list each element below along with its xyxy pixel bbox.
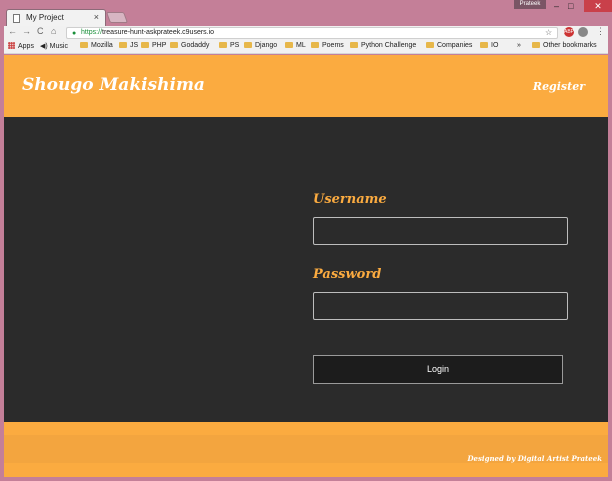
bookmark-star-icon[interactable]: ☆ [545,28,552,37]
folder-icon [141,42,149,48]
bookmark-companies[interactable]: Companies [426,42,472,49]
folder-icon [311,42,319,48]
forward-icon[interactable]: → [22,26,31,36]
login-section: Username Password Login [4,117,608,422]
tab-my-project[interactable]: My Project × [6,9,106,26]
folder-icon [119,42,127,48]
page-icon [13,14,20,23]
password-label: Password [313,267,382,282]
bookmark-io[interactable]: IO [480,42,498,49]
bookmark-python-challenge[interactable]: Python Challenge [350,42,416,49]
bookmark-godaddy[interactable]: Godaddy [170,42,209,49]
bookmark-mozilla[interactable]: Mozilla [80,42,113,49]
folder-icon [170,42,178,48]
apps-icon [8,42,15,49]
site-footer: Designed by Digital Artist Prateek [4,422,608,477]
bookmark-label: PHP [152,42,167,49]
window-close-button[interactable]: ✕ [584,0,612,12]
username-input[interactable] [313,217,568,245]
reload-icon[interactable]: C [37,26,44,36]
address-bar[interactable]: ● https://treasure-hunt-askprateek.c9use… [66,27,558,39]
lock-icon: ● [72,30,77,37]
bookmark-label: Python Challenge [361,42,417,49]
extension-icon[interactable] [578,27,588,37]
new-tab-button[interactable] [105,12,129,23]
login-button[interactable]: Login [313,355,563,384]
profile-badge[interactable]: Prateek [514,0,546,9]
adblock-extension-icon[interactable]: ABP [564,27,574,37]
url-host: treasure-hunt-askprateek.c9users.io [102,29,215,36]
bookmark-label: Godaddy [181,42,210,49]
password-input[interactable] [313,292,568,320]
folder-icon [80,42,88,48]
minimize-icon[interactable]: – [554,1,559,11]
bookmark-ml[interactable]: ML [285,42,306,49]
bookmark-apps[interactable]: Apps [8,42,34,50]
bookmark-label: JS [130,42,139,49]
bookmark-poems[interactable]: Poems [311,42,344,49]
folder-icon [426,42,434,48]
site-header: Shougo Makishima Register [4,55,608,117]
url-scheme: https:// [81,29,103,36]
browser-window: My Project × Prateek – □ ✕ ← → C ⌂ ● htt… [0,0,612,481]
bookmark-label: Companies [437,42,473,49]
address-toolbar: ← → C ⌂ ● https://treasure-hunt-askprate… [4,26,608,40]
bookmark-label: IO [491,42,499,49]
home-icon[interactable]: ⌂ [51,26,56,36]
site-brand[interactable]: Shougo Makishima [22,75,205,95]
bookmark-label: PS [230,42,240,49]
bookmark-label: ML [296,42,306,49]
bookmark-label: Poems [322,42,344,49]
speaker-icon: ◀) [40,43,48,50]
folder-icon [244,42,252,48]
bookmark-js[interactable]: JS [119,42,138,49]
folder-icon [532,42,540,48]
bookmarks-bar: Apps ◀) Music Mozilla JS PHP Godaddy PS … [4,40,608,54]
bookmark-label: Mozilla [91,42,113,49]
web-page: Shougo Makishima Register Username Passw… [4,55,608,477]
menu-icon[interactable]: ⋮ [596,26,605,37]
bookmarks-overflow[interactable]: » [517,42,521,49]
tab-strip: My Project × Prateek – □ ✕ [0,0,612,26]
username-label: Username [313,192,387,207]
bookmark-label: Apps [18,43,34,50]
folder-icon [219,42,227,48]
maximize-icon[interactable]: □ [568,1,573,11]
bookmark-php[interactable]: PHP [141,42,166,49]
url-text: https://treasure-hunt-askprateek.c9users… [81,29,214,36]
bookmark-other[interactable]: Other bookmarks [532,42,597,49]
folder-icon [350,42,358,48]
bookmark-django[interactable]: Django [244,42,277,49]
back-icon[interactable]: ← [8,26,17,36]
bookmark-label: Other bookmarks [543,42,597,49]
tab-close-icon[interactable]: × [94,12,99,22]
footer-credit: Designed by Digital Artist Prateek [467,454,602,463]
tab-title: My Project [26,13,64,22]
folder-icon [480,42,488,48]
folder-icon [285,42,293,48]
bookmark-label: Django [255,42,278,49]
bookmark-ps[interactable]: PS [219,42,239,49]
register-link[interactable]: Register [533,80,585,93]
bookmark-music[interactable]: ◀) Music [40,42,68,50]
bookmark-label: Music [49,43,68,50]
